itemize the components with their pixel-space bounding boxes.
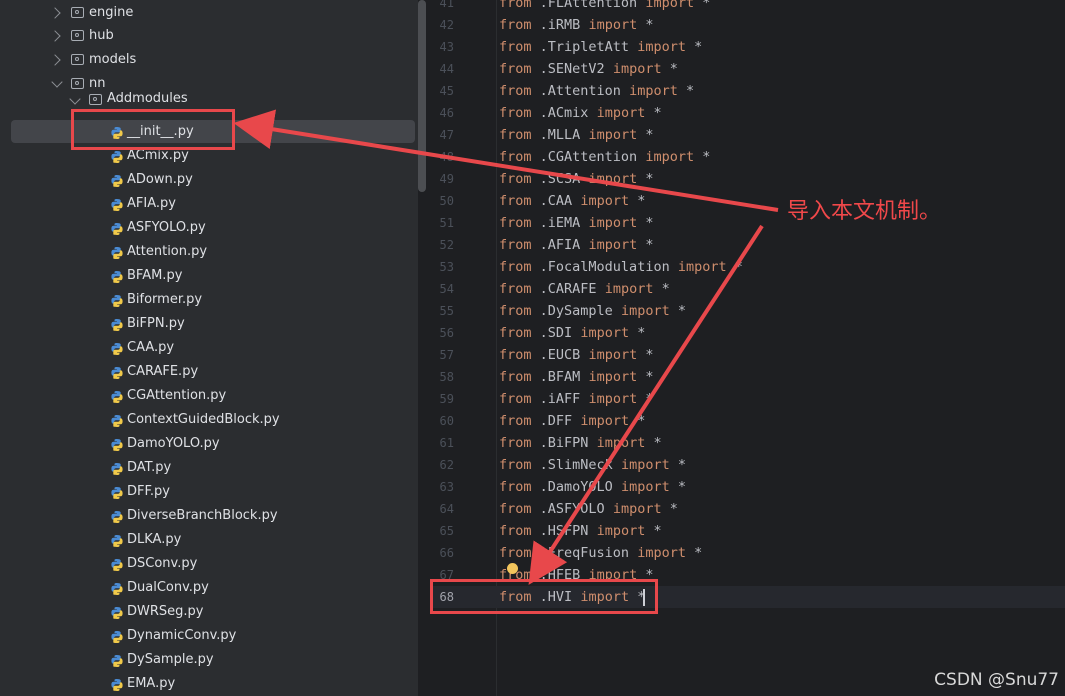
arrow-to-line-68: [528, 224, 764, 585]
annotation-arrows: [233, 109, 779, 585]
annotation-label: 导入本文机制。: [787, 199, 942, 224]
watermark: CSDN @Snu77: [934, 670, 1059, 690]
arrow-to-init-file: [233, 109, 779, 212]
